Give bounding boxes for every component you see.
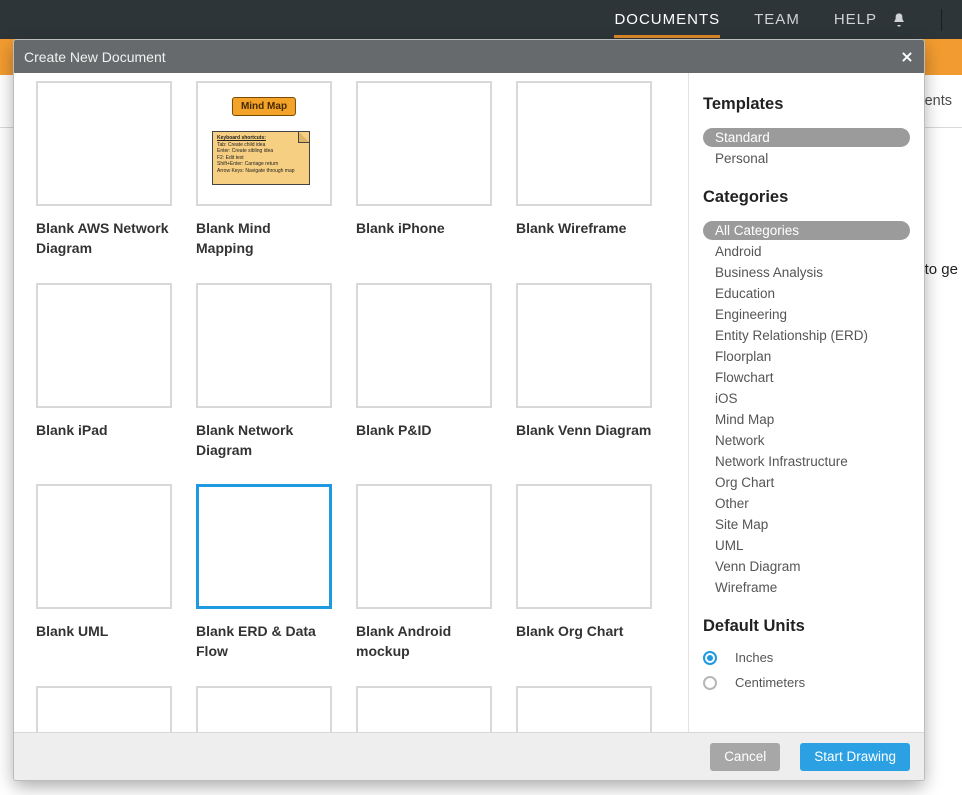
category-item[interactable]: Mind Map <box>703 410 910 429</box>
template-thumbnail <box>196 484 332 609</box>
category-item[interactable]: Org Chart <box>703 473 910 492</box>
template-card[interactable]: Blank P&ID <box>356 283 492 461</box>
template-card[interactable]: Mind Map Keyboard shortcuts:Tab: Create c… <box>196 81 332 259</box>
close-icon[interactable] <box>900 50 914 64</box>
template-thumbnail <box>516 686 652 732</box>
category-item[interactable]: UML <box>703 536 910 555</box>
template-label: Blank Mind Mapping <box>196 218 332 259</box>
category-item[interactable]: Engineering <box>703 305 910 324</box>
template-label: Blank UML <box>36 621 172 641</box>
template-card[interactable]: Blank ERD & Data Flow <box>196 484 332 662</box>
template-label: Blank Venn Diagram <box>516 420 652 440</box>
create-document-modal: Create New Document Blank AWS Network Di… <box>14 40 924 780</box>
category-item[interactable]: Site Map <box>703 515 910 534</box>
unit-option[interactable]: Inches <box>703 650 910 665</box>
template-thumbnail: Mind Map Keyboard shortcuts:Tab: Create c… <box>196 81 332 206</box>
template-thumbnail <box>516 283 652 408</box>
template-thumbnail <box>516 484 652 609</box>
category-item[interactable]: All Categories <box>703 221 910 240</box>
mind-map-badge: Mind Map <box>232 97 296 116</box>
modal-backdrop: Create New Document Blank AWS Network Di… <box>0 0 962 795</box>
template-thumbnail <box>516 81 652 206</box>
modal-header: Create New Document <box>14 40 924 73</box>
template-label: Blank AWS Network Diagram <box>36 218 172 259</box>
template-thumbnail <box>356 283 492 408</box>
template-card[interactable]: Blank Wireframe <box>516 81 652 259</box>
template-card[interactable] <box>356 686 492 732</box>
unit-label: Inches <box>735 650 773 665</box>
template-thumbnail <box>356 686 492 732</box>
category-item[interactable]: Entity Relationship (ERD) <box>703 326 910 345</box>
template-thumbnail <box>36 686 172 732</box>
template-gallery: Blank AWS Network Diagram Mind Map Keyboar… <box>14 73 688 732</box>
template-card[interactable]: Blank Venn Diagram <box>516 283 652 461</box>
template-label: Blank P&ID <box>356 420 492 440</box>
cancel-button[interactable]: Cancel <box>710 743 780 771</box>
template-card[interactable]: Blank iPhone <box>356 81 492 259</box>
template-card[interactable]: Blank UML <box>36 484 172 662</box>
unit-label: Centimeters <box>735 675 805 690</box>
template-label: Blank Org Chart <box>516 621 652 641</box>
template-thumbnail <box>36 81 172 206</box>
categories-heading: Categories <box>695 188 918 207</box>
template-card[interactable]: Blank AWS Network Diagram <box>36 81 172 259</box>
category-item[interactable]: Venn Diagram <box>703 557 910 576</box>
template-label: Blank iPhone <box>356 218 492 238</box>
template-label: Blank ERD & Data Flow <box>196 621 332 662</box>
template-set-item[interactable]: Standard <box>703 128 910 147</box>
template-card[interactable] <box>36 686 172 732</box>
template-card[interactable] <box>196 686 332 732</box>
template-card[interactable]: Blank Network Diagram <box>196 283 332 461</box>
templates-heading: Templates <box>695 95 918 114</box>
start-drawing-button[interactable]: Start Drawing <box>800 743 910 771</box>
category-item[interactable]: Network <box>703 431 910 450</box>
template-thumbnail <box>356 81 492 206</box>
template-set-list: Standard Personal <box>695 128 918 168</box>
template-set-item[interactable]: Personal <box>703 149 910 168</box>
category-item[interactable]: Flowchart <box>703 368 910 387</box>
template-card[interactable] <box>516 686 652 732</box>
radio-icon <box>703 651 717 665</box>
category-item[interactable]: Network Infrastructure <box>703 452 910 471</box>
category-item[interactable]: Business Analysis <box>703 263 910 282</box>
template-card[interactable]: Blank iPad <box>36 283 172 461</box>
units-heading: Default Units <box>695 617 918 636</box>
template-thumbnail <box>196 686 332 732</box>
template-thumbnail <box>356 484 492 609</box>
template-label: Blank iPad <box>36 420 172 440</box>
modal-footer: Cancel Start Drawing <box>14 732 924 780</box>
mind-map-note: Keyboard shortcuts:Tab: Create child ide… <box>212 131 310 185</box>
template-thumbnail <box>36 484 172 609</box>
template-thumbnail <box>196 283 332 408</box>
template-label: Blank Android mockup <box>356 621 492 662</box>
radio-icon <box>703 676 717 690</box>
units-list: Inches Centimeters <box>695 650 918 690</box>
template-card[interactable]: Blank Android mockup <box>356 484 492 662</box>
template-thumbnail <box>36 283 172 408</box>
category-item[interactable]: Android <box>703 242 910 261</box>
category-item[interactable]: Other <box>703 494 910 513</box>
category-item[interactable]: Education <box>703 284 910 303</box>
modal-sidebar: Templates Standard Personal Categories Al… <box>688 73 924 732</box>
template-card[interactable]: Blank Org Chart <box>516 484 652 662</box>
category-item[interactable]: Wireframe <box>703 578 910 597</box>
template-label: Blank Network Diagram <box>196 420 332 461</box>
category-item[interactable]: Floorplan <box>703 347 910 366</box>
modal-title: Create New Document <box>24 49 166 65</box>
category-list: All Categories Android Business Analysis Ed… <box>695 221 918 597</box>
category-item[interactable]: iOS <box>703 389 910 408</box>
template-label: Blank Wireframe <box>516 218 652 238</box>
unit-option[interactable]: Centimeters <box>703 675 910 690</box>
